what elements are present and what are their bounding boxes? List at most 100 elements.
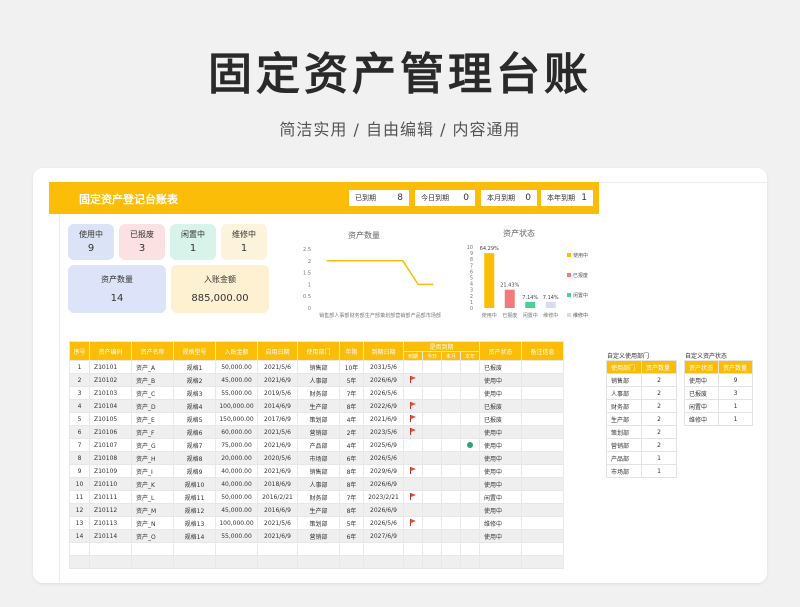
table-cell[interactable]: [403, 386, 423, 400]
table-cell[interactable]: 2021/5/6: [257, 425, 298, 439]
table-cell[interactable]: [521, 412, 564, 426]
table-cell[interactable]: Z10114: [89, 529, 132, 543]
table-cell[interactable]: [441, 490, 461, 504]
table-cell[interactable]: 维修中: [479, 516, 522, 530]
table-cell[interactable]: [521, 503, 564, 517]
side-table-row[interactable]: 市场部 1: [606, 464, 677, 478]
table-cell[interactable]: [441, 477, 461, 491]
table-cell[interactable]: 已报废: [479, 360, 522, 374]
side-table-row[interactable]: 财务部 2: [606, 399, 677, 413]
table-row[interactable]: [69, 542, 564, 556]
table-cell[interactable]: 2018/6/9: [257, 477, 298, 491]
table-cell[interactable]: 8: [69, 451, 90, 465]
table-row[interactable]: 10 Z10110 资产_K 规格10 40,000.00 2018/6/9 人事部 8年 20…: [69, 477, 564, 491]
table-cell[interactable]: [422, 529, 442, 543]
table-cell[interactable]: [441, 386, 461, 400]
table-cell[interactable]: 3: [69, 386, 90, 400]
table-cell[interactable]: 2021/5/6: [257, 360, 298, 374]
table-cell[interactable]: 1: [69, 360, 90, 374]
table-cell[interactable]: 4年: [339, 438, 364, 452]
side-table-cell[interactable]: 财务部: [606, 399, 642, 413]
table-cell[interactable]: 8年: [339, 503, 364, 517]
table-cell[interactable]: 产品部: [297, 438, 340, 452]
table-cell[interactable]: Z10111: [89, 490, 132, 504]
table-cell[interactable]: 100,000.00: [215, 516, 258, 530]
table-cell[interactable]: 资产_C: [131, 386, 174, 400]
table-cell[interactable]: 6年: [339, 451, 364, 465]
table-cell[interactable]: [460, 477, 480, 491]
table-cell[interactable]: 2021/6/9: [257, 438, 298, 452]
table-cell[interactable]: 资产_G: [131, 438, 174, 452]
side-table-row[interactable]: 闲置中 1: [684, 399, 753, 413]
table-cell[interactable]: [441, 412, 461, 426]
table-cell[interactable]: 财务部: [297, 490, 340, 504]
year-due-cell[interactable]: [460, 438, 480, 452]
table-cell[interactable]: [460, 529, 480, 543]
table-cell[interactable]: [441, 542, 461, 556]
table-cell[interactable]: 销售部: [297, 360, 340, 374]
side-table-cell[interactable]: 销售部: [606, 373, 642, 387]
table-cell[interactable]: [460, 542, 480, 556]
table-cell[interactable]: 55,000.00: [215, 386, 258, 400]
table-cell[interactable]: 资产_B: [131, 373, 174, 387]
table-cell[interactable]: 资产_F: [131, 425, 174, 439]
side-table-row[interactable]: 已报废 3: [684, 386, 753, 400]
side-table-row[interactable]: 使用中 9: [684, 373, 753, 387]
table-cell[interactable]: [441, 399, 461, 413]
table-cell[interactable]: 规格4: [173, 399, 216, 413]
counter-value[interactable]: 8: [397, 190, 403, 206]
side-table-cell[interactable]: 人事部: [606, 386, 642, 400]
side-table-row[interactable]: 产品部 1: [606, 451, 677, 465]
table-cell[interactable]: 2023/5/6: [363, 425, 404, 439]
table-cell[interactable]: Z10102: [89, 373, 132, 387]
side-table-cell[interactable]: 使用中: [684, 373, 719, 387]
table-cell[interactable]: 规格2: [173, 373, 216, 387]
table-cell[interactable]: 规格3: [173, 386, 216, 400]
table-cell[interactable]: 45,000.00: [215, 373, 258, 387]
counter-value[interactable]: 1: [581, 190, 587, 206]
table-cell[interactable]: [521, 360, 564, 374]
table-cell[interactable]: 使用中: [479, 425, 522, 439]
column-header[interactable]: 使用部门: [297, 341, 340, 361]
table-cell[interactable]: Z10109: [89, 464, 132, 478]
table-cell[interactable]: 使用中: [479, 386, 522, 400]
table-cell[interactable]: 4: [69, 399, 90, 413]
column-header[interactable]: 资产编码: [89, 341, 132, 361]
table-cell[interactable]: [422, 490, 442, 504]
table-cell[interactable]: 2031/5/6: [363, 360, 404, 374]
table-cell[interactable]: Z10110: [89, 477, 132, 491]
table-cell[interactable]: [422, 516, 442, 530]
table-cell[interactable]: [521, 399, 564, 413]
side-table-cell[interactable]: 维修中: [684, 412, 719, 426]
table-cell[interactable]: 规格14: [173, 529, 216, 543]
side-table-cell[interactable]: 2: [641, 399, 677, 413]
side-table-cell[interactable]: 1: [641, 451, 677, 465]
table-cell[interactable]: [403, 503, 423, 517]
column-header[interactable]: 资产名称: [131, 341, 174, 361]
table-cell[interactable]: 人事部: [297, 373, 340, 387]
table-cell[interactable]: [403, 529, 423, 543]
table-cell[interactable]: [460, 451, 480, 465]
column-header[interactable]: 年限: [339, 341, 364, 361]
table-cell[interactable]: [173, 542, 216, 556]
side-table-row[interactable]: 营销部 2: [606, 438, 677, 452]
side-column-header[interactable]: 资产数量: [641, 360, 677, 374]
table-cell[interactable]: Z10103: [89, 386, 132, 400]
table-row[interactable]: 3 Z10103 资产_C 规格3 55,000.00 2019/5/6 财务部 7年 2026…: [69, 386, 564, 400]
table-cell[interactable]: 2026/5/6: [363, 451, 404, 465]
table-cell[interactable]: 营销部: [297, 529, 340, 543]
table-cell[interactable]: 45,000.00: [215, 503, 258, 517]
table-cell[interactable]: [460, 360, 480, 374]
table-cell[interactable]: [173, 555, 216, 569]
table-cell[interactable]: [521, 516, 564, 530]
table-cell[interactable]: [460, 386, 480, 400]
table-cell[interactable]: 使用中: [479, 529, 522, 543]
counter-value[interactable]: 0: [463, 190, 469, 206]
table-cell[interactable]: [339, 555, 364, 569]
table-cell[interactable]: 5年: [339, 516, 364, 530]
side-table-row[interactable]: 维修中 1: [684, 412, 753, 426]
table-cell[interactable]: 7年: [339, 490, 364, 504]
table-cell[interactable]: [422, 438, 442, 452]
table-cell[interactable]: 资产_K: [131, 477, 174, 491]
table-cell[interactable]: 策划部: [297, 516, 340, 530]
